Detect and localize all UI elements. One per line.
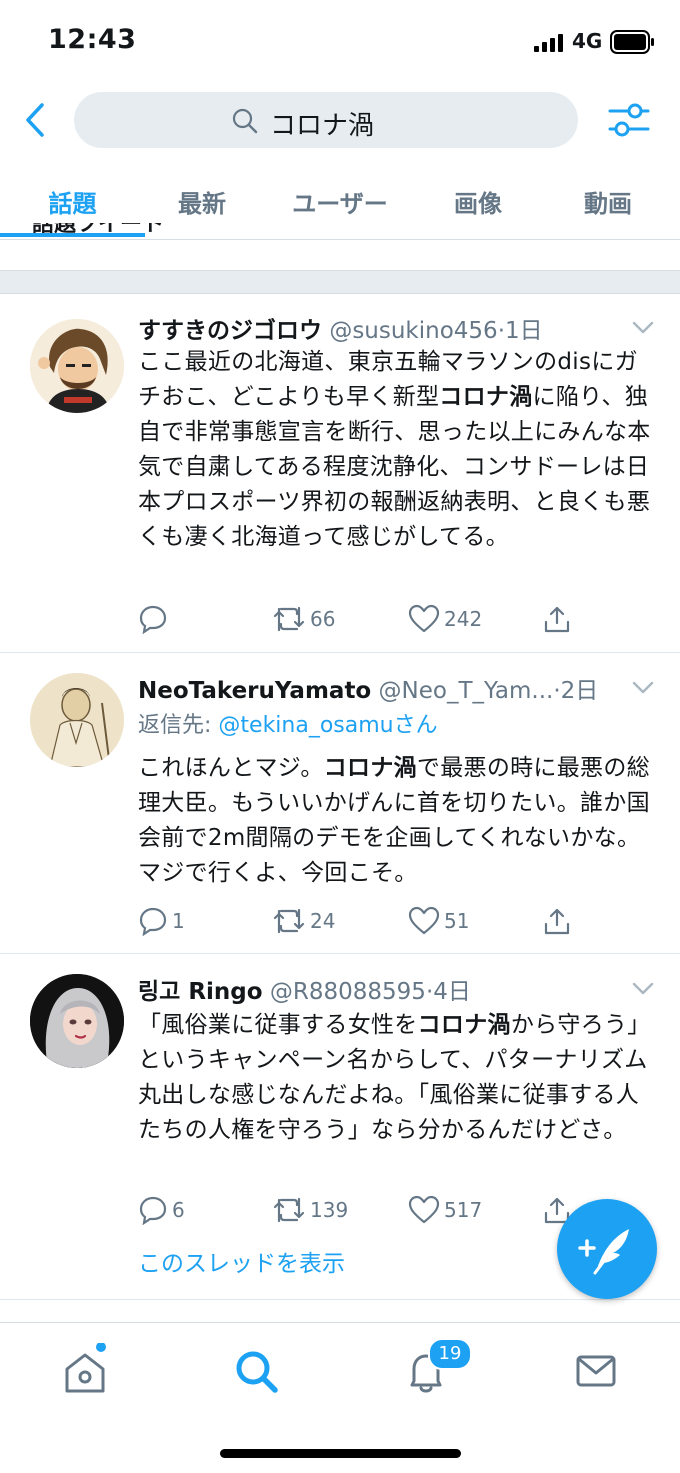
notification-count-badge: 19	[428, 1338, 472, 1370]
share-button[interactable]	[542, 601, 576, 637]
search-highlight: コロナ渦	[417, 1012, 511, 1038]
battery-icon	[610, 30, 654, 54]
chevron-down-icon[interactable]	[632, 321, 654, 335]
user-handle: @Neo_T_Yam...	[378, 678, 554, 704]
chevron-down-icon[interactable]	[632, 982, 654, 996]
reply-button[interactable]: 1	[138, 903, 185, 939]
share-icon	[544, 606, 570, 633]
display-name[interactable]: 링고 Ringo	[138, 979, 263, 1005]
tweet-time: ·4日	[425, 979, 471, 1005]
like-button[interactable]: 517	[408, 1192, 482, 1228]
messages-envelope-icon[interactable]	[568, 1343, 624, 1399]
search-header: コロナ渦	[0, 84, 680, 156]
retweet-button[interactable]: 66	[272, 601, 335, 637]
tab-videos[interactable]: 動画	[548, 184, 668, 219]
tweet[interactable]: すすきのジゴロウ @susukino456·1日 ここ最近の北海道、東京五輪マラ…	[0, 293, 680, 653]
avatar[interactable]	[30, 319, 124, 413]
user-handle: @susukino456	[329, 318, 498, 344]
avatar[interactable]	[30, 974, 124, 1068]
like-button[interactable]: 242	[408, 601, 482, 637]
reply-icon	[139, 1196, 167, 1225]
reply-icon	[139, 605, 167, 634]
tweet-header: NeoTakeruYamato @Neo_T_Yam...·2日	[138, 671, 598, 705]
tweet-time: ·2日	[553, 678, 599, 704]
reply-button[interactable]: 6	[138, 1192, 185, 1228]
compose-tweet-button[interactable]	[557, 1199, 657, 1299]
retweet-icon	[273, 1197, 305, 1223]
tab-latest[interactable]: 最新	[140, 184, 264, 219]
display-name[interactable]: NeoTakeruYamato	[138, 678, 371, 704]
compose-feather-icon	[578, 1229, 629, 1275]
reply-to-handle[interactable]: @tekina_osamu	[218, 713, 393, 738]
tweet-text: ここ最近の北海道、東京五輪マラソンのdisにガチおこ、どこよりも早く新型コロナ渦…	[138, 349, 651, 550]
share-icon	[544, 908, 570, 935]
section-separator	[0, 270, 680, 294]
network-type: 4G	[572, 29, 603, 53]
share-button[interactable]	[542, 903, 576, 939]
tweet-text: これほんとマジ。コロナ渦で最悪の時に最悪の総理大臣。もういいかげんに首を切りたい…	[138, 755, 650, 886]
avatar-illustration	[30, 319, 124, 413]
status-bar: 12:43 4G	[0, 0, 680, 80]
tweet[interactable]: NeoTakeruYamato @Neo_T_Yam...·2日 返信先: @t…	[0, 653, 680, 954]
like-button[interactable]: 51	[408, 903, 469, 939]
tweet-text: 「風俗業に従事する女性をコロナ渦から守ろう」というキャンペーン名からして、パター…	[138, 1012, 651, 1143]
avatar[interactable]	[30, 673, 124, 767]
tab-top[interactable]: 話題	[0, 184, 145, 219]
home-indicator	[220, 1449, 461, 1458]
tweet-time: ·1日	[497, 318, 543, 344]
reply-button[interactable]	[138, 601, 172, 637]
retweet-icon	[273, 606, 305, 632]
search-query-text: コロナ渦	[270, 111, 375, 141]
reply-context: 返信先: @tekina_osamuさん	[138, 713, 438, 738]
filter-settings-icon[interactable]	[606, 100, 652, 140]
tweet-header: すすきのジゴロウ @susukino456·1日	[138, 311, 543, 345]
status-time: 12:43	[48, 24, 137, 55]
tab-people[interactable]: ユーザー	[272, 184, 408, 219]
retweet-icon	[273, 908, 305, 934]
heart-icon	[408, 906, 440, 935]
home-icon[interactable]	[57, 1343, 113, 1399]
bottom-tab-bar: 19	[0, 1322, 680, 1473]
tweet-header: 링고 Ringo @R88088595·4日	[138, 972, 471, 1006]
search-highlight: コロナ渦	[439, 384, 533, 410]
user-handle: @R88088595	[269, 979, 426, 1005]
retweet-button[interactable]: 24	[272, 903, 335, 939]
chevron-down-icon[interactable]	[632, 681, 654, 695]
retweet-button[interactable]: 139	[272, 1192, 348, 1228]
search-explore-icon[interactable]	[228, 1343, 284, 1399]
search-highlight: コロナ渦	[323, 755, 417, 781]
tabs-divider	[0, 239, 680, 240]
search-icon	[232, 108, 258, 134]
back-arrow-icon[interactable]	[18, 100, 54, 140]
show-thread-link[interactable]: このスレッドを表示	[138, 1244, 345, 1278]
tab-photos[interactable]: 画像	[418, 184, 538, 219]
signal-icon	[534, 34, 563, 52]
avatar-illustration	[30, 673, 124, 767]
search-input[interactable]: コロナ渦	[74, 92, 578, 148]
heart-icon	[408, 1195, 440, 1224]
avatar-illustration	[30, 974, 124, 1068]
heart-icon	[408, 604, 440, 633]
tweet-actions: 66 242	[138, 601, 658, 637]
active-tab-indicator	[0, 233, 145, 237]
tweet-actions: 1 24 51	[138, 903, 658, 939]
display-name[interactable]: すすきのジゴロウ	[138, 318, 322, 344]
reply-icon	[139, 907, 167, 936]
